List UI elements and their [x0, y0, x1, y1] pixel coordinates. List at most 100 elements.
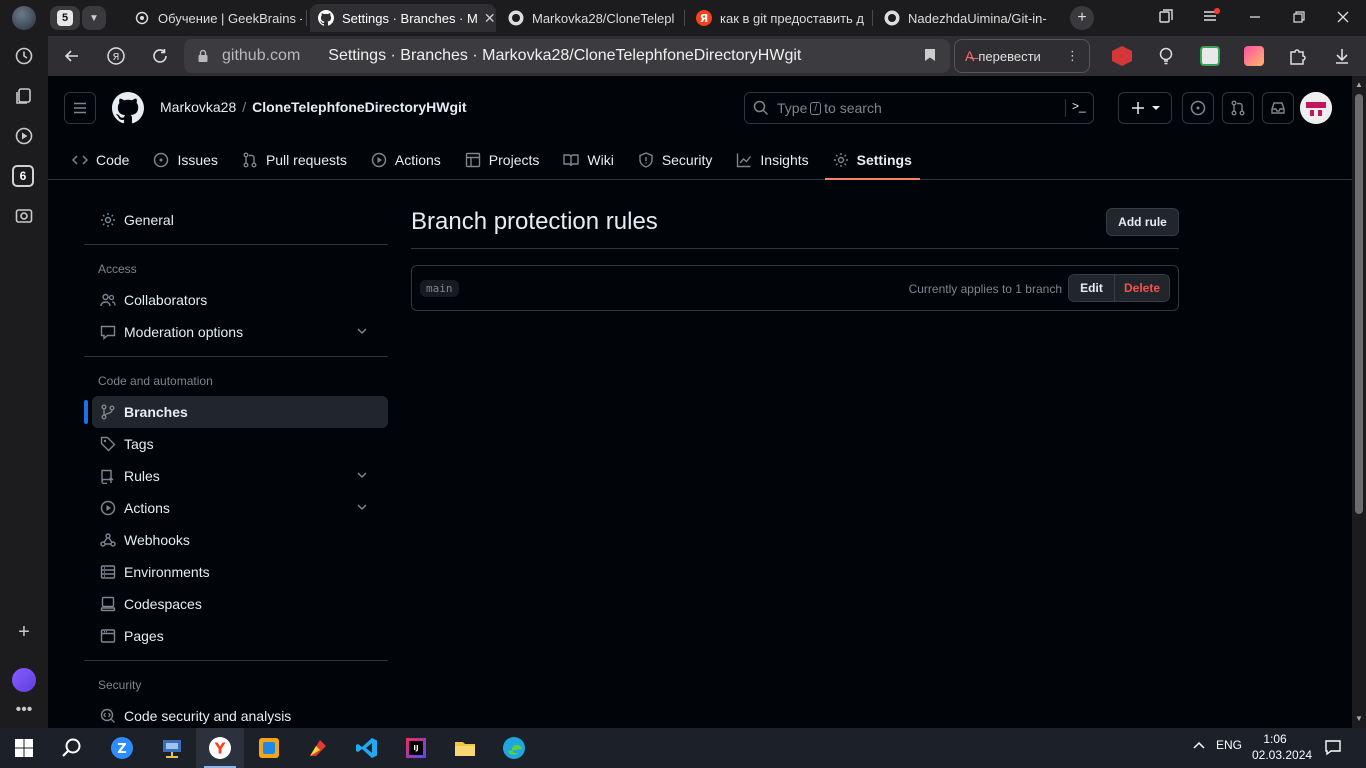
edge-browser-icon[interactable]	[502, 736, 526, 760]
translate-button[interactable]: A̶ перевести ⋮	[954, 39, 1090, 73]
network-app-icon[interactable]	[160, 736, 184, 760]
vscode-icon[interactable]	[355, 736, 379, 760]
hamburger-menu-button[interactable]	[64, 92, 96, 124]
sidebar-item-rules[interactable]: Rules	[92, 460, 388, 492]
sidebar-item-environments[interactable]: Environments	[92, 556, 388, 588]
page-scrollbar[interactable]: ▲ ▼	[1352, 76, 1366, 728]
system-clock[interactable]: 1:06 02.03.2024	[1252, 731, 1312, 763]
gear-icon	[833, 153, 848, 167]
reload-icon[interactable]	[150, 46, 170, 66]
url-field[interactable]: github.com Settings · Branches · Markovk…	[184, 39, 950, 73]
zoom-app-icon[interactable]: Z	[110, 736, 134, 760]
collections-icon[interactable]	[12, 84, 36, 108]
profile-avatar[interactable]	[12, 6, 36, 30]
tab-insights[interactable]: Insights	[728, 140, 816, 180]
branch-name-label[interactable]: main	[420, 280, 459, 297]
puzzle-icon[interactable]	[1288, 46, 1308, 66]
more-vertical-icon[interactable]: ⋮	[1066, 48, 1079, 64]
inbox-button[interactable]	[1262, 92, 1294, 124]
sidebar-item-tags[interactable]: Tags	[92, 428, 388, 460]
issues-button[interactable]	[1182, 92, 1214, 124]
tab-code[interactable]: Code	[64, 140, 137, 180]
app-orange-icon[interactable]	[257, 736, 281, 760]
sidebar-heading-access: Access	[98, 262, 137, 276]
github-header: Markovka28/CloneTelephfoneDirectoryHWgit…	[48, 76, 1352, 180]
close-icon[interactable]: ✕	[484, 10, 496, 27]
tray-chevron-up-icon[interactable]	[1192, 740, 1206, 750]
tab-pull-requests[interactable]: Pull requests	[234, 140, 355, 180]
repo-link[interactable]: CloneTelephfoneDirectoryHWgit	[252, 99, 466, 115]
notifications-icon[interactable]	[1324, 738, 1342, 756]
windows-start-icon[interactable]	[12, 736, 36, 760]
add-panel-icon[interactable]: +	[12, 620, 36, 644]
delete-rule-button[interactable]: Delete	[1115, 275, 1169, 301]
chevron-down-icon	[357, 504, 367, 511]
tab-settings[interactable]: Settings	[824, 140, 921, 180]
language-indicator[interactable]: ENG	[1216, 738, 1242, 752]
command-palette-icon[interactable]: >_	[1065, 99, 1086, 117]
tab-count-button[interactable]: 5	[50, 6, 80, 30]
sidebar-item-pages[interactable]: Pages	[92, 620, 388, 652]
scroll-up-icon[interactable]: ▲	[1355, 80, 1363, 89]
tab-geekbrains[interactable]: Обучение | GeekBrains -	[126, 4, 302, 32]
sidebar-item-collaborators[interactable]: Collaborators	[92, 284, 388, 316]
lightbulb-icon[interactable]	[1156, 46, 1176, 66]
file-explorer-icon[interactable]	[453, 736, 477, 760]
edit-rule-button[interactable]: Edit	[1069, 275, 1115, 301]
sidebar-item-general[interactable]: General	[92, 204, 388, 236]
tab-issues[interactable]: Issues	[145, 140, 225, 180]
yandex-browser-icon[interactable]: Y	[208, 736, 232, 760]
tab-wiki[interactable]: Wiki	[555, 140, 621, 180]
tab-security[interactable]: Security	[630, 140, 721, 180]
browser-side-rail: 6 + •••	[0, 0, 48, 728]
sidebar-item-webhooks[interactable]: Webhooks	[92, 524, 388, 556]
git-tool-icon[interactable]	[306, 736, 330, 760]
create-new-button[interactable]	[1118, 92, 1172, 124]
tab-collections-icon[interactable]	[1158, 8, 1174, 24]
yandex-icon: Я	[696, 10, 712, 26]
user-avatar[interactable]	[1300, 92, 1332, 124]
sidebar-item-moderation[interactable]: Moderation options	[92, 316, 388, 348]
download-icon[interactable]	[1332, 46, 1352, 66]
alice-assistant-icon[interactable]	[12, 668, 36, 692]
yandex-home-icon[interactable]: Я	[106, 46, 126, 66]
plus-icon	[1132, 102, 1144, 114]
chevron-down-icon[interactable]: ▼	[82, 6, 106, 30]
screenshot-icon[interactable]	[12, 204, 36, 228]
tab-settings-branches[interactable]: Settings · Branches · M ✕	[310, 4, 496, 32]
owner-link[interactable]: Markovka28	[160, 99, 236, 115]
restore-icon[interactable]	[1292, 10, 1306, 24]
sidebar-item-branches[interactable]: Branches	[92, 396, 388, 428]
more-dots-icon[interactable]: •••	[12, 698, 36, 722]
add-rule-button[interactable]: Add rule	[1106, 208, 1179, 236]
scroll-thumb[interactable]	[1355, 94, 1363, 514]
sidebar-item-code-security[interactable]: Code security and analysis	[92, 700, 388, 728]
address-bar: Я github.com Settings · Branches · Marko…	[48, 36, 1366, 76]
github-logo-icon[interactable]	[112, 92, 144, 124]
extension-shield-icon[interactable]	[1112, 46, 1132, 66]
minimize-icon[interactable]	[1248, 10, 1262, 24]
tab-projects[interactable]: Projects	[457, 140, 548, 180]
tab-markovka-clone[interactable]: Markovka28/CloneTelepl	[500, 4, 680, 32]
scroll-down-icon[interactable]: ▼	[1355, 714, 1363, 723]
extension-gradient-icon[interactable]	[1244, 46, 1264, 66]
close-window-icon[interactable]	[1336, 10, 1350, 24]
pull-requests-button[interactable]	[1222, 92, 1254, 124]
search-icon[interactable]	[60, 736, 84, 760]
tab-actions[interactable]: Actions	[363, 140, 449, 180]
sidebar-item-codespaces[interactable]: Codespaces	[92, 588, 388, 620]
intellij-icon[interactable]: IJ	[404, 736, 428, 760]
tab-yandex-search[interactable]: Я как в git предоставить д	[688, 4, 868, 32]
history-icon[interactable]	[12, 44, 36, 68]
menu-icon[interactable]	[1202, 8, 1220, 24]
play-icon	[100, 500, 116, 516]
tab-nadezhda-git[interactable]: NadezhdaUimina/Git-in-	[876, 4, 1062, 32]
search-input[interactable]: Type / to search >_	[744, 92, 1094, 124]
bookmark-icon[interactable]	[924, 48, 936, 62]
sidebar-item-actions[interactable]: Actions	[92, 492, 388, 524]
back-arrow-icon[interactable]	[62, 46, 82, 66]
rail-counter-badge[interactable]: 6	[12, 165, 34, 187]
video-icon[interactable]	[12, 124, 36, 148]
new-tab-button[interactable]: +	[1070, 6, 1094, 30]
extension-sheet-icon[interactable]	[1200, 46, 1220, 66]
